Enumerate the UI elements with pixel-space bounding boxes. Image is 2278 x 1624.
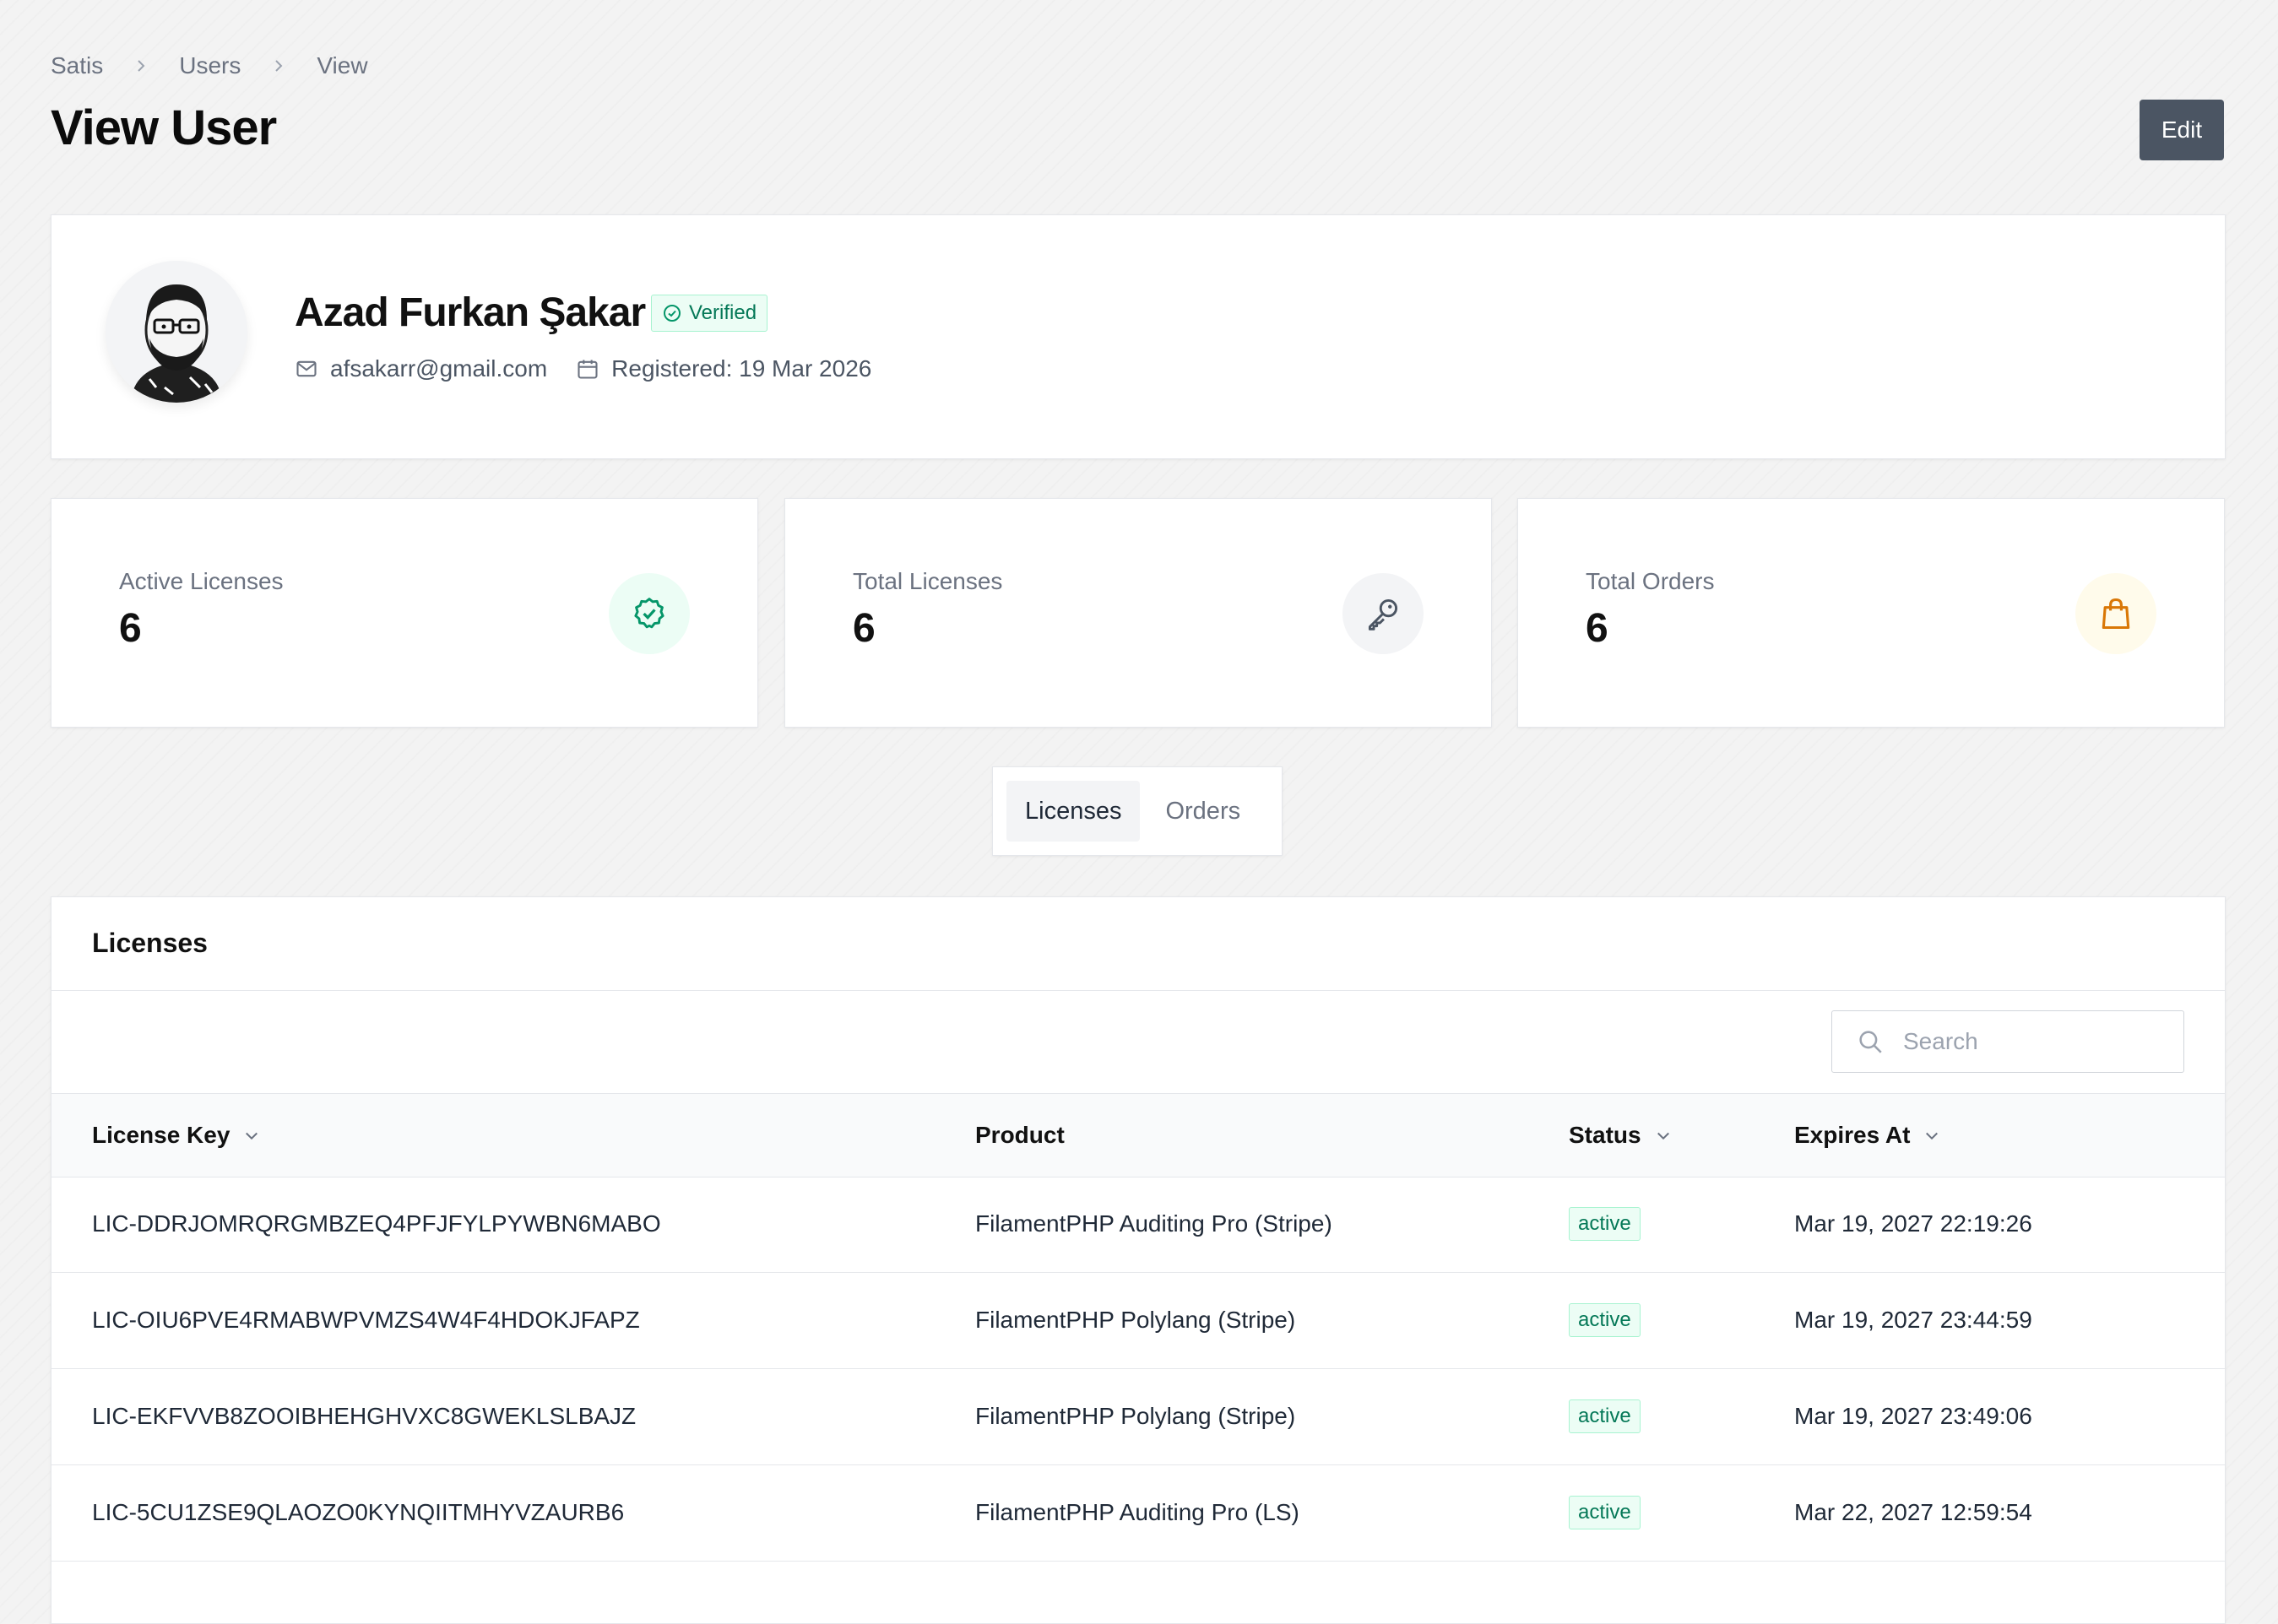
breadcrumb-item-users[interactable]: Users <box>179 52 241 79</box>
stat-label: Total Orders <box>1586 568 1715 594</box>
table-header: License Key Product Status Expires At <box>52 1093 2225 1177</box>
column-header-status[interactable]: Status <box>1569 1094 1672 1177</box>
tab-bar: Licenses Orders <box>992 766 1283 856</box>
column-label: License Key <box>92 1122 231 1148</box>
column-label: Status <box>1569 1122 1641 1148</box>
table-heading: Licenses <box>92 928 208 958</box>
column-header-license-key[interactable]: License Key <box>92 1094 260 1177</box>
chevron-down-icon <box>243 1127 260 1144</box>
expires-at-cell: Mar 19, 2027 23:44:59 <box>1794 1307 2032 1333</box>
stat-card-total-licenses: Total Licenses 6 <box>784 498 1492 728</box>
tab-licenses[interactable]: Licenses <box>1006 781 1141 842</box>
status-cell: active <box>1569 1176 1641 1272</box>
license-key-cell: LIC-5CU1ZSE9QLAOZO0KYNQIITMHYVZAURB6 <box>92 1499 625 1525</box>
table-row[interactable]: LIC-DDRJOMRQRGMBZEQ4PFJFYLPYWBN6MABO Fil… <box>52 1176 2225 1273</box>
check-circle-icon <box>662 303 682 323</box>
expires-at-cell: Mar 19, 2027 23:49:06 <box>1794 1403 2032 1429</box>
status-cell: active <box>1569 1368 1641 1464</box>
chevron-down-icon <box>1923 1127 1940 1144</box>
license-key-cell: LIC-EKFVVB8ZOOIBHEHGHVXC8GWEKLSLBAJZ <box>92 1403 637 1429</box>
search-box[interactable] <box>1831 1010 2184 1073</box>
breadcrumb-item-view: View <box>317 52 368 78</box>
key-icon <box>1342 573 1424 654</box>
stat-value: 6 <box>853 606 876 651</box>
search-input[interactable] <box>1901 1027 2158 1056</box>
product-cell: FilamentPHP Auditing Pro (Stripe) <box>975 1210 1332 1237</box>
licenses-table-card: Licenses License Key Product Status Expi… <box>51 896 2226 1624</box>
user-registered-item: Registered: 19 Mar 2026 <box>576 355 871 382</box>
status-badge: active <box>1569 1303 1641 1337</box>
tab-orders[interactable]: Orders <box>1147 781 1259 842</box>
stat-card-total-orders: Total Orders 6 <box>1517 498 2225 728</box>
product-cell: FilamentPHP Auditing Pro (LS) <box>975 1499 1299 1525</box>
expires-at-cell: Mar 19, 2027 22:19:26 <box>1794 1210 2032 1237</box>
license-key-cell: LIC-DDRJOMRQRGMBZEQ4PFJFYLPYWBN6MABO <box>92 1210 661 1237</box>
stat-value: 6 <box>119 606 142 651</box>
page-title: View User <box>51 100 277 155</box>
status-cell: active <box>1569 1272 1641 1368</box>
calendar-icon <box>576 357 599 381</box>
product-cell: FilamentPHP Polylang (Stripe) <box>975 1403 1296 1429</box>
status-badge: active <box>1569 1399 1641 1433</box>
column-label: Product <box>975 1122 1065 1148</box>
breadcrumb: Satis Users View <box>51 52 368 79</box>
avatar <box>106 261 247 403</box>
table-row[interactable]: LIC-5CU1ZSE9QLAOZO0KYNQIITMHYVZAURB6 Fil… <box>52 1464 2225 1562</box>
status-badge: active <box>1569 1496 1641 1529</box>
verified-label: Verified <box>689 301 757 324</box>
column-header-product: Product <box>975 1094 1065 1177</box>
user-registered: Registered: 19 Mar 2026 <box>611 355 872 382</box>
verified-badge: Verified <box>651 295 768 332</box>
breadcrumb-item-satis[interactable]: Satis <box>51 52 103 79</box>
chevron-down-icon <box>1655 1127 1672 1144</box>
search-icon <box>1856 1027 1885 1056</box>
column-label: Expires At <box>1794 1122 1911 1148</box>
stat-value: 6 <box>1586 606 1608 651</box>
chevron-right-icon <box>269 57 288 75</box>
stat-label: Total Licenses <box>853 568 1003 594</box>
user-name: Azad Furkan Şakar <box>295 290 646 335</box>
stat-card-active-licenses: Active Licenses 6 <box>51 498 758 728</box>
status-cell: active <box>1569 1464 1641 1561</box>
divider <box>52 990 2225 991</box>
user-profile-card: Azad Furkan Şakar Verified afsakarr@gmai… <box>51 214 2226 459</box>
chevron-right-icon <box>132 57 150 75</box>
edit-button[interactable]: Edit <box>2140 100 2224 160</box>
status-badge: active <box>1569 1207 1641 1241</box>
badge-check-icon <box>609 573 690 654</box>
license-key-cell: LIC-OIU6PVE4RMABWPVMZS4W4F4HDOKJFAPZ <box>92 1307 640 1333</box>
column-header-expires-at[interactable]: Expires At <box>1794 1094 1940 1177</box>
user-email: afsakarr@gmail.com <box>330 355 548 382</box>
expires-at-cell: Mar 22, 2027 12:59:54 <box>1794 1499 2032 1525</box>
product-cell: FilamentPHP Polylang (Stripe) <box>975 1307 1296 1333</box>
table-row[interactable]: LIC-OIU6PVE4RMABWPVMZS4W4F4HDOKJFAPZ Fil… <box>52 1272 2225 1369</box>
user-email-item: afsakarr@gmail.com <box>295 355 547 382</box>
user-meta: afsakarr@gmail.com Registered: 19 Mar 20… <box>295 355 900 382</box>
envelope-icon <box>295 357 318 381</box>
stat-label: Active Licenses <box>119 568 284 594</box>
shopping-bag-icon <box>2075 573 2156 654</box>
table-row[interactable]: LIC-EKFVVB8ZOOIBHEHGHVXC8GWEKLSLBAJZ Fil… <box>52 1368 2225 1465</box>
